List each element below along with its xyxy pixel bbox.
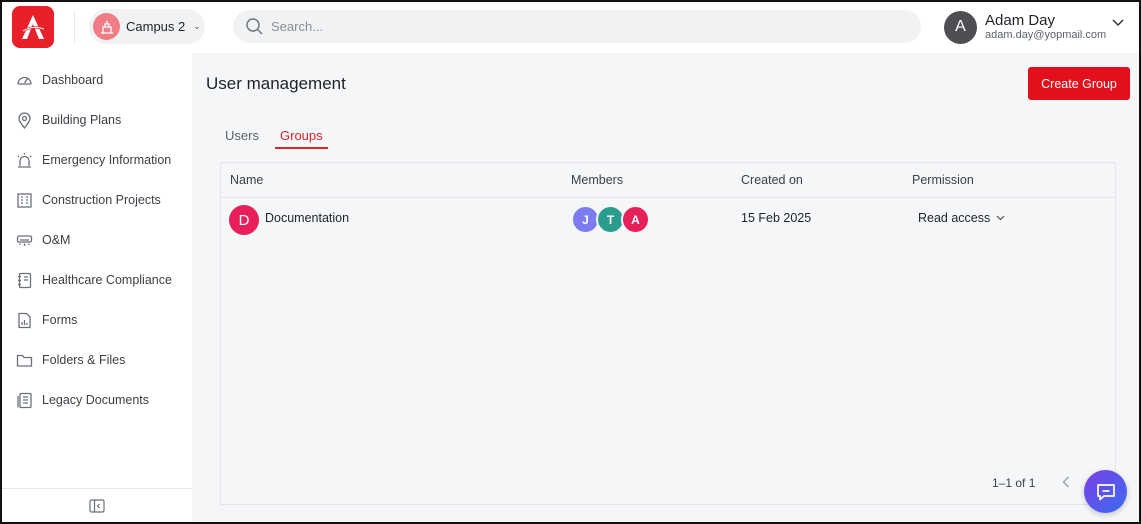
collapse-sidebar-icon[interactable] <box>89 498 105 513</box>
documents-icon <box>17 392 32 408</box>
user-avatar: A <box>944 10 977 44</box>
hvac-icon <box>16 234 33 246</box>
header-divider <box>74 12 75 42</box>
sidebar-item-dashboard[interactable]: Dashboard <box>2 63 192 97</box>
dashboard-icon <box>17 76 32 85</box>
siren-icon <box>17 152 32 168</box>
member-avatar: A <box>621 205 650 234</box>
column-header-name[interactable]: Name <box>230 173 263 187</box>
sidebar: Dashboard Building Plans Emergency Infor… <box>2 53 192 522</box>
top-header: Campus 2 ⌄ A Adam Day adam.day@yopmail.c… <box>2 2 1139 53</box>
column-header-permission[interactable]: Permission <box>912 173 974 187</box>
tab-users[interactable]: Users <box>225 128 259 149</box>
permission-dropdown[interactable]: Read access <box>918 211 1005 225</box>
sidebar-item-label: Building Plans <box>42 113 122 127</box>
table-row[interactable]: D Documentation J T A 15 Feb 2025 Read a… <box>221 199 1115 239</box>
group-avatar: D <box>229 205 259 235</box>
campus-selector[interactable]: Campus 2 ⌄ <box>89 9 205 44</box>
sidebar-item-label: Emergency Information <box>42 153 172 167</box>
sidebar-item-folders-files[interactable]: Folders & Files <box>2 343 192 377</box>
chevron-down-icon <box>996 215 1005 221</box>
sidebar-item-emergency-information[interactable]: Emergency Information <box>2 143 192 177</box>
app-window: Campus 2 ⌄ A Adam Day adam.day@yopmail.c… <box>0 0 1141 524</box>
search-icon <box>246 18 263 35</box>
app-logo[interactable] <box>12 6 54 48</box>
notebook-icon <box>18 272 32 288</box>
location-pin-icon <box>18 111 31 129</box>
sidebar-item-label: Healthcare Compliance <box>42 273 172 287</box>
sidebar-item-label: Construction Projects <box>42 193 161 207</box>
sidebar-item-om[interactable]: O&M <box>2 223 192 257</box>
sidebar-item-healthcare-compliance[interactable]: Healthcare Compliance <box>2 263 192 297</box>
sidebar-item-label: Legacy Documents <box>42 393 150 407</box>
campus-building-icon <box>93 13 120 40</box>
logo-a-icon <box>22 15 45 39</box>
sidebar-footer <box>2 488 192 522</box>
page-title: User management <box>206 74 346 93</box>
user-menu[interactable]: A Adam Day adam.day@yopmail.com <box>944 9 1130 45</box>
member-avatars[interactable]: J T A <box>571 205 661 235</box>
sidebar-item-legacy-documents[interactable]: Legacy Documents <box>2 383 192 417</box>
previous-page-button[interactable] <box>1056 472 1076 492</box>
user-email: adam.day@yopmail.com <box>985 29 1107 42</box>
sidebar-item-building-plans[interactable]: Building Plans <box>2 103 192 137</box>
chat-icon <box>1096 483 1115 500</box>
column-header-members[interactable]: Members <box>571 173 623 187</box>
column-header-created-on[interactable]: Created on <box>741 173 803 187</box>
permission-value: Read access <box>918 211 991 225</box>
pagination-info: 1–1 of 1 <box>992 476 1036 490</box>
group-name[interactable]: Documentation <box>265 211 349 225</box>
folder-icon <box>16 354 33 367</box>
sidebar-item-label: Folders & Files <box>42 353 126 367</box>
tab-groups[interactable]: Groups <box>275 128 328 149</box>
building-icon <box>17 192 32 208</box>
campus-label: Campus 2 <box>126 19 186 34</box>
sidebar-item-label: Dashboard <box>42 73 104 87</box>
sidebar-item-forms[interactable]: Forms <box>2 303 192 337</box>
user-name: Adam Day <box>985 12 1056 30</box>
chevron-down-icon: ⌄ <box>193 21 201 31</box>
user-info: Adam Day adam.day@yopmail.com <box>985 12 1106 42</box>
sidebar-item-label: Forms <box>42 313 78 327</box>
create-group-button[interactable]: Create Group <box>1028 67 1130 100</box>
search-bar[interactable] <box>233 10 921 43</box>
form-icon <box>18 312 31 328</box>
sidebar-item-construction-projects[interactable]: Construction Projects <box>2 183 192 217</box>
search-input[interactable] <box>271 19 871 34</box>
chevron-down-icon <box>1112 19 1124 27</box>
created-on-value: 15 Feb 2025 <box>741 211 812 225</box>
table-header: Name Members Created on Permission <box>221 163 1115 198</box>
sidebar-item-label: O&M <box>42 233 71 247</box>
chevron-left-icon <box>1062 476 1069 488</box>
chat-button[interactable] <box>1084 470 1127 513</box>
groups-table: Name Members Created on Permission D Doc… <box>220 162 1116 505</box>
